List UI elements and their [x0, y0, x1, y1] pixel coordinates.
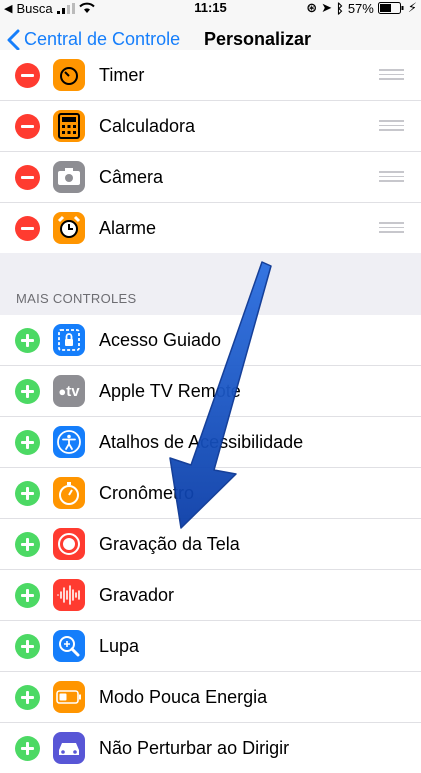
reorder-handle[interactable]: [379, 222, 404, 234]
control-label: Apple TV Remote: [99, 381, 241, 401]
reorder-handle[interactable]: [379, 69, 404, 81]
battery-icon: [377, 2, 404, 14]
timer-icon: [53, 59, 85, 91]
charging-icon: ⚡: [407, 0, 417, 15]
back-button-label: Central de Controle: [24, 29, 181, 49]
list-item: Câmera: [0, 152, 421, 203]
remove-button[interactable]: [15, 114, 40, 139]
location-icon: ➤: [321, 0, 333, 15]
add-button[interactable]: [15, 430, 40, 455]
control-label: Calculadora: [99, 116, 196, 136]
control-label: Acesso Guiado: [99, 330, 222, 350]
list-item: Cronômetro: [0, 468, 421, 519]
included-controls-list: Timer Calculadora Câmera Alarme: [0, 50, 421, 253]
add-button[interactable]: [15, 634, 40, 659]
voice-memo-icon: [53, 579, 85, 611]
add-button[interactable]: [15, 583, 40, 608]
accessibility-icon: [53, 426, 85, 458]
list-item: Gravador: [0, 570, 421, 621]
remove-button[interactable]: [15, 165, 40, 190]
add-button[interactable]: [15, 379, 40, 404]
control-label: Gravador: [99, 585, 175, 605]
list-item: Modo Pouca Energia: [0, 672, 421, 723]
control-label: Alarme: [99, 218, 157, 238]
status-bar: ◀ Busca 11:15 ⊛ ➤ ᛒ 57% ⚡: [0, 0, 421, 16]
list-item: Alarme: [0, 203, 421, 253]
calculator-icon: [53, 110, 85, 142]
more-controls-list: Acesso Guiado ● tv Apple TV Remote Atalho…: [0, 315, 421, 773]
apple-tv-icon: ● tv: [53, 375, 85, 407]
list-item: Timer: [0, 50, 421, 101]
stopwatch-icon: [53, 477, 85, 509]
control-label: Gravação da Tela: [99, 534, 240, 554]
control-label: Não Perturbar ao Dirigir: [99, 738, 290, 758]
battery-percent: 57%: [347, 0, 374, 16]
add-button[interactable]: [15, 532, 40, 557]
add-button[interactable]: [15, 481, 40, 506]
add-button[interactable]: [15, 736, 40, 761]
camera-icon: [53, 161, 85, 193]
control-label: Lupa: [99, 636, 140, 656]
control-label: Timer: [99, 65, 145, 85]
low-power-icon: [53, 681, 85, 713]
screen-recording-icon: [53, 528, 85, 560]
control-label: Atalhos de Acessibilidade: [99, 432, 304, 452]
orientation-lock-icon: ⊛: [306, 0, 318, 15]
list-item: Atalhos de Acessibilidade: [0, 417, 421, 468]
alarm-icon: [53, 212, 85, 244]
control-label: Cronômetro: [99, 483, 195, 503]
section-header: MAIS CONTROLES: [16, 291, 137, 306]
list-item: Acesso Guiado: [0, 315, 421, 366]
reorder-handle[interactable]: [379, 171, 404, 183]
control-label: Câmera: [99, 167, 164, 187]
list-item: Gravação da Tela: [0, 519, 421, 570]
control-label: Modo Pouca Energia: [99, 687, 268, 707]
magnifier-icon: [53, 630, 85, 662]
list-item: Não Perturbar ao Dirigir: [0, 723, 421, 773]
guided-access-icon: [53, 324, 85, 356]
list-item: Lupa: [0, 621, 421, 672]
remove-button[interactable]: [15, 63, 40, 88]
car-icon: [53, 732, 85, 764]
chevron-left-icon: [7, 29, 20, 50]
add-button[interactable]: [15, 328, 40, 353]
list-item: ● tv Apple TV Remote: [0, 366, 421, 417]
list-item: Calculadora: [0, 101, 421, 152]
remove-button[interactable]: [15, 216, 40, 241]
add-button[interactable]: [15, 685, 40, 710]
bluetooth-icon: ᛒ: [336, 0, 344, 16]
reorder-handle[interactable]: [379, 120, 404, 132]
